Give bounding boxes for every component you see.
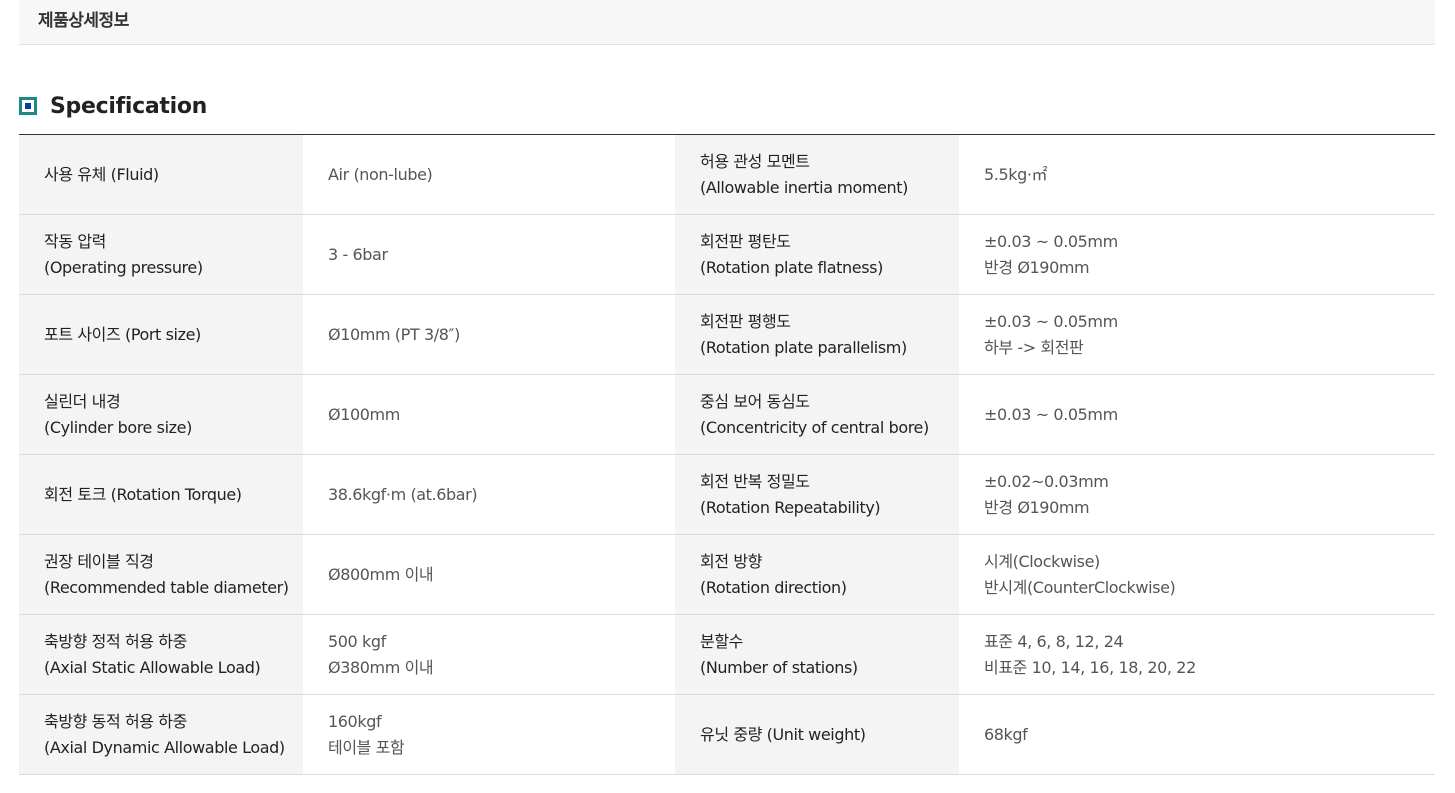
table-row: 축방향 정적 허용 하중 (Axial Static Allowable Loa… xyxy=(19,614,1435,695)
table-row: 포트 사이즈 (Port size) Ø10mm (PT 3/8″) 회전판 평… xyxy=(19,294,1435,375)
spec-value: Ø10mm (PT 3/8″) xyxy=(303,294,675,375)
spec-value: ±0.03 ~ 0.05mm 반경 Ø190mm xyxy=(959,214,1435,295)
tab-header: 제품상세정보 xyxy=(19,0,1435,45)
spec-label: 회전 토크 (Rotation Torque) xyxy=(19,454,303,535)
spec-value: ±0.03 ~ 0.05mm 하부 -> 회전판 xyxy=(959,294,1435,375)
spec-value: Ø800mm 이내 xyxy=(303,534,675,615)
spec-value: ±0.02~0.03mm 반경 Ø190mm xyxy=(959,454,1435,535)
spec-value: ±0.03 ~ 0.05mm xyxy=(959,374,1435,455)
spec-label: 포트 사이즈 (Port size) xyxy=(19,294,303,375)
table-row: 권장 테이블 직경 (Recommended table diameter) Ø… xyxy=(19,534,1435,615)
spec-value: Air (non-lube) xyxy=(303,134,675,215)
spec-label: 축방향 정적 허용 하중 (Axial Static Allowable Loa… xyxy=(19,614,303,695)
spec-value: 160kgf 테이블 포함 xyxy=(303,694,675,775)
table-row: 사용 유체 (Fluid) Air (non-lube) 허용 관성 모멘트 (… xyxy=(19,134,1435,215)
table-row: 회전 토크 (Rotation Torque) 38.6kgf·m (at.6b… xyxy=(19,454,1435,535)
spec-value: 시계(Clockwise) 반시계(CounterClockwise) xyxy=(959,534,1435,615)
spec-label: 회전 방향 (Rotation direction) xyxy=(675,534,959,615)
square-bullet-icon xyxy=(19,97,37,115)
spec-value: 5.5kg·㎡ xyxy=(959,134,1435,215)
spec-label: 사용 유체 (Fluid) xyxy=(19,134,303,215)
spec-value: 38.6kgf·m (at.6bar) xyxy=(303,454,675,535)
spec-label: 축방향 동적 허용 하중 (Axial Dynamic Allowable Lo… xyxy=(19,694,303,775)
spec-label: 유닛 중량 (Unit weight) xyxy=(675,694,959,775)
table-row: 작동 압력 (Operating pressure) 3 - 6bar 회전판 … xyxy=(19,214,1435,295)
spec-label: 허용 관성 모멘트 (Allowable inertia moment) xyxy=(675,134,959,215)
spec-label: 실린더 내경 (Cylinder bore size) xyxy=(19,374,303,455)
spec-label: 작동 압력 (Operating pressure) xyxy=(19,214,303,295)
spec-label: 회전 반복 정밀도 (Rotation Repeatability) xyxy=(675,454,959,535)
spec-value: Ø100mm xyxy=(303,374,675,455)
spec-label: 분할수 (Number of stations) xyxy=(675,614,959,695)
spec-value: 표준 4, 6, 8, 12, 24 비표준 10, 14, 16, 18, 2… xyxy=(959,614,1435,695)
spec-value: 500 kgf Ø380mm 이내 xyxy=(303,614,675,695)
spec-label: 회전판 평탄도 (Rotation plate flatness) xyxy=(675,214,959,295)
tab-product-details[interactable]: 제품상세정보 xyxy=(38,6,129,31)
section-heading: Specification xyxy=(19,90,207,122)
table-row: 축방향 동적 허용 하중 (Axial Dynamic Allowable Lo… xyxy=(19,694,1435,775)
spec-value: 3 - 6bar xyxy=(303,214,675,295)
spec-table: 사용 유체 (Fluid) Air (non-lube) 허용 관성 모멘트 (… xyxy=(19,134,1435,775)
section-title: Specification xyxy=(50,93,208,119)
spec-value: 68kgf xyxy=(959,694,1435,775)
spec-label: 회전판 평행도 (Rotation plate parallelism) xyxy=(675,294,959,375)
table-row: 실린더 내경 (Cylinder bore size) Ø100mm 중심 보어… xyxy=(19,374,1435,455)
spec-label: 중심 보어 동심도 (Concentricity of central bore… xyxy=(675,374,959,455)
spec-label: 권장 테이블 직경 (Recommended table diameter) xyxy=(19,534,303,615)
